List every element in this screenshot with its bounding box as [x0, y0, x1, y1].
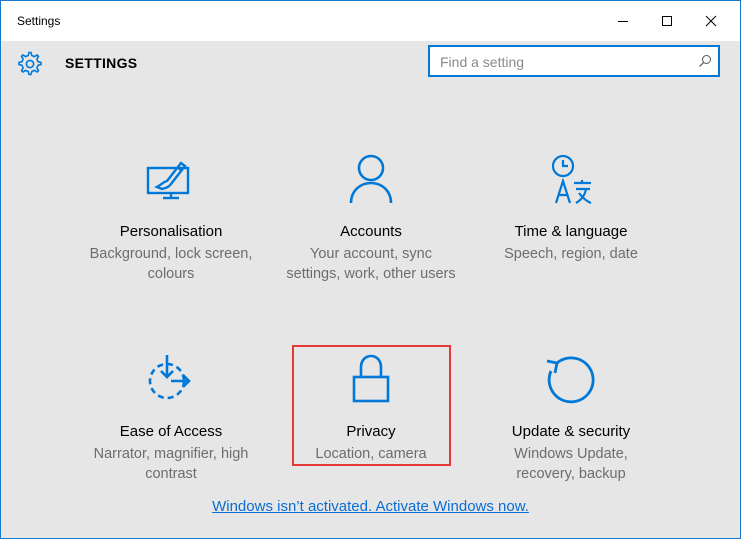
activate-windows-link[interactable]: Windows isn’t activated. Activate Window…	[1, 498, 740, 515]
gear-icon	[18, 51, 42, 76]
tile-title: Update & security	[511, 423, 631, 440]
privacy-highlight-box	[292, 345, 451, 466]
tile-title: Accounts	[340, 223, 402, 240]
accounts-icon	[349, 154, 393, 204]
settings-window: Settings SETTINGS Find a setting Persona…	[0, 0, 741, 539]
time-language-icon	[551, 154, 592, 205]
search-icon[interactable]	[698, 54, 712, 68]
maximize-button[interactable]	[645, 5, 689, 37]
tile-title: Time & language	[514, 223, 628, 240]
update-security-icon	[546, 356, 595, 404]
close-button[interactable]	[689, 5, 733, 37]
minimize-icon	[618, 21, 628, 22]
personalisation-icon	[146, 161, 190, 200]
ease-of-access-icon	[148, 355, 191, 400]
tile-subtitle: Windows Update, recovery, backup	[514, 446, 628, 482]
tile-subtitle: Your account, sync settings, work, other…	[286, 246, 456, 282]
page-title: SETTINGS	[65, 55, 138, 71]
tile-title: Personalisation	[119, 223, 223, 240]
window-title: Settings	[17, 14, 61, 28]
search-input[interactable]	[440, 53, 690, 71]
title-bar[interactable]: Settings	[1, 1, 740, 41]
minimize-button[interactable]	[601, 5, 645, 37]
tile-subtitle: Speech, region, date	[504, 246, 638, 262]
close-icon	[705, 15, 717, 27]
tile-title: Ease of Access	[119, 423, 223, 440]
tile-subtitle: Background, lock screen, colours	[89, 246, 253, 282]
search-box[interactable]	[428, 45, 720, 77]
maximize-icon	[662, 16, 672, 26]
settings-header: SETTINGS	[1, 41, 740, 87]
tile-subtitle: Narrator, magnifier, high contrast	[93, 446, 249, 482]
